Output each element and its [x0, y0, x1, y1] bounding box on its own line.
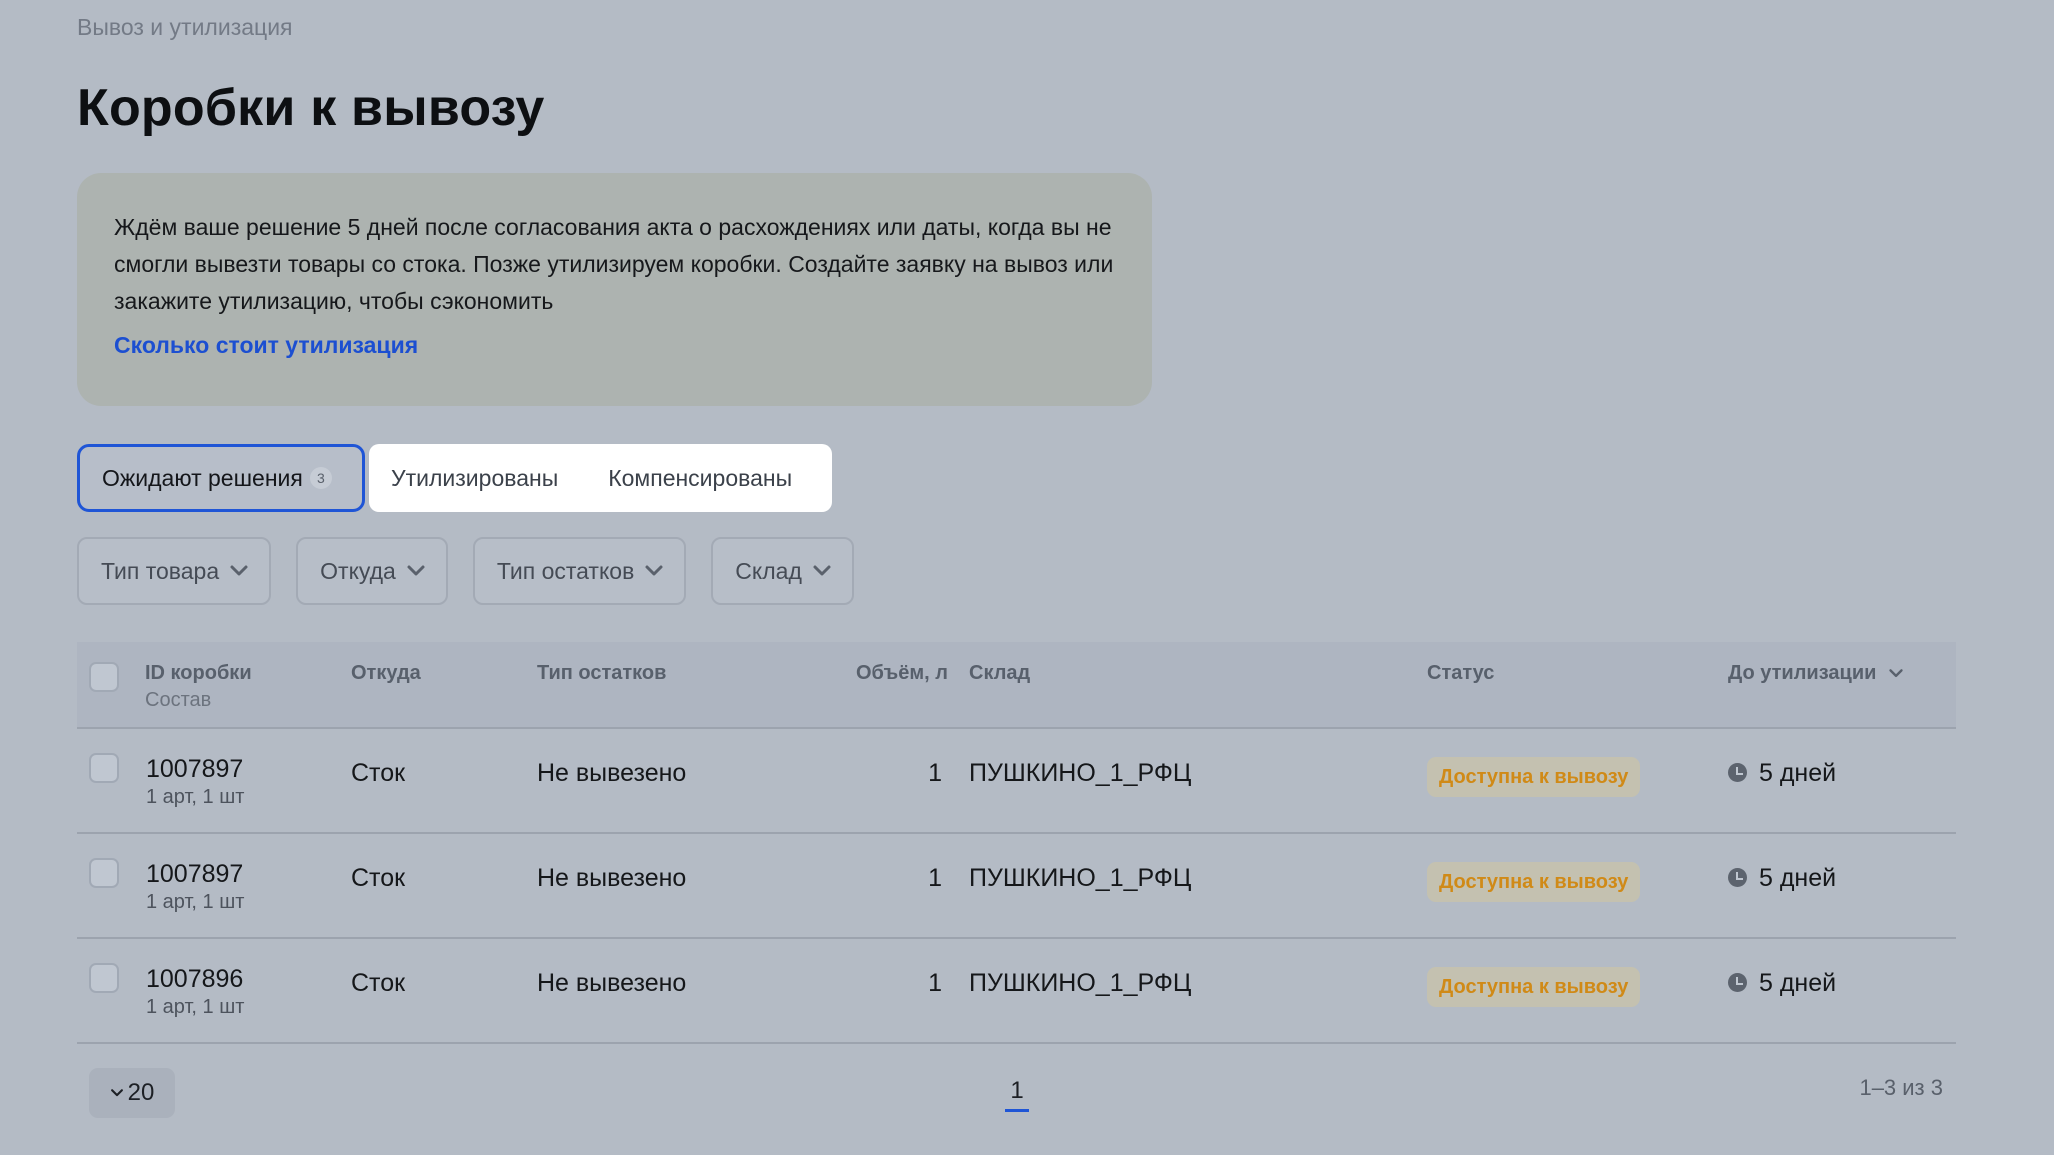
- tab-group: Утилизированы Компенсированы: [369, 444, 832, 512]
- chevron-down-icon: [813, 565, 831, 576]
- column-header-from[interactable]: Откуда: [351, 662, 421, 685]
- status-badge: Доступна к вывозу: [1427, 967, 1641, 1007]
- column-header-until-utilization[interactable]: До утилизации: [1728, 662, 1904, 685]
- chevron-down-icon: [407, 565, 425, 576]
- clock-icon: [1728, 763, 1747, 782]
- filter-product-type[interactable]: Тип товара: [77, 537, 272, 605]
- tab-awaiting-decision[interactable]: Ожидают решения 3: [77, 444, 365, 512]
- page-size-select[interactable]: 20: [89, 1068, 175, 1118]
- cell-until-utilization: 5 дней: [1728, 969, 1836, 998]
- column-header-volume[interactable]: Объём, л: [856, 662, 948, 685]
- tab-utilized[interactable]: Утилизированы: [391, 465, 558, 492]
- breadcrumb[interactable]: Вывоз и утилизация: [77, 14, 293, 41]
- box-id: 1007897: [146, 755, 244, 783]
- filter-from[interactable]: Откуда: [296, 537, 448, 605]
- filter-remains-type[interactable]: Тип остатков: [472, 537, 687, 605]
- cell-remains-type: Не вывезено: [537, 864, 687, 892]
- status-badge: Доступна к вывозу: [1427, 862, 1641, 902]
- table-row[interactable]: 1007897 1 арт, 1 шт Сток Не вывезено 1 П…: [77, 834, 1956, 939]
- column-header-id-label: ID коробки: [145, 662, 252, 684]
- filter-label: Откуда: [320, 557, 396, 584]
- column-header-until-label: До утилизации: [1728, 662, 1877, 684]
- boxes-table: ID коробки Состав Откуда Тип остатков Об…: [77, 642, 1956, 1044]
- cell-remains-type: Не вывезено: [537, 759, 687, 787]
- cell-box-id: 1007897 1 арт, 1 шт: [146, 755, 244, 809]
- cell-warehouse: ПУШКИНО_1_РФЦ: [969, 864, 1192, 892]
- clock-icon: [1728, 868, 1747, 887]
- status-badge: Доступна к вывозу: [1427, 757, 1641, 797]
- select-all-checkbox[interactable]: [89, 662, 119, 692]
- cell-remains-type: Не вывезено: [537, 969, 687, 997]
- cell-from: Сток: [351, 864, 406, 892]
- cell-until-utilization: 5 дней: [1728, 759, 1836, 788]
- days-left: 5 дней: [1759, 759, 1837, 787]
- tab-compensated[interactable]: Компенсированы: [608, 465, 792, 492]
- filter-label: Склад: [735, 557, 802, 584]
- table-header: ID коробки Состав Откуда Тип остатков Об…: [77, 642, 1956, 729]
- filter-label: Тип остатков: [496, 557, 635, 584]
- info-box: Ждём ваше решение 5 дней после согласова…: [77, 173, 1152, 406]
- info-text: Ждём ваше решение 5 дней после согласова…: [114, 214, 1114, 314]
- cell-warehouse: ПУШКИНО_1_РФЦ: [969, 759, 1192, 787]
- cell-box-id: 1007896 1 арт, 1 шт: [146, 965, 244, 1019]
- table-row[interactable]: 1007897 1 арт, 1 шт Сток Не вывезено 1 П…: [77, 729, 1956, 834]
- chevron-down-icon: [645, 565, 663, 576]
- cell-from: Сток: [351, 969, 406, 997]
- box-composition: 1 арт, 1 шт: [146, 996, 245, 1018]
- page-title: Коробки к вывозу: [77, 79, 545, 137]
- filter-label: Тип товара: [101, 557, 220, 584]
- pagination-range: 1–3 из 3: [1859, 1075, 1943, 1100]
- page-number-current[interactable]: 1: [1005, 1077, 1029, 1112]
- utilization-cost-link[interactable]: Сколько стоит утилизация: [114, 332, 418, 359]
- row-checkbox[interactable]: [89, 963, 119, 993]
- page: Вывоз и утилизация Коробки к вывозу Ждём…: [0, 0, 2054, 1155]
- row-checkbox[interactable]: [89, 858, 119, 888]
- box-id: 1007896: [146, 965, 244, 993]
- tab-count-badge: 3: [309, 467, 332, 489]
- chevron-down-icon: [1889, 669, 1903, 678]
- page-size-value: 20: [127, 1079, 155, 1106]
- chevron-down-icon: [110, 1089, 123, 1097]
- cell-until-utilization: 5 дней: [1728, 864, 1836, 893]
- days-left: 5 дней: [1759, 864, 1837, 892]
- cell-box-id: 1007897 1 арт, 1 шт: [146, 860, 244, 914]
- box-composition: 1 арт, 1 шт: [146, 891, 245, 913]
- column-header-remains-type[interactable]: Тип остатков: [537, 662, 666, 685]
- clock-icon: [1728, 973, 1747, 992]
- cell-warehouse: ПУШКИНО_1_РФЦ: [969, 969, 1192, 997]
- filters: Тип товара Откуда Тип остатков Склад: [77, 537, 879, 605]
- tab-label: Ожидают решения: [102, 464, 303, 491]
- cell-from: Сток: [351, 759, 406, 787]
- column-header-status[interactable]: Статус: [1427, 662, 1494, 685]
- days-left: 5 дней: [1759, 969, 1837, 997]
- column-header-warehouse[interactable]: Склад: [969, 662, 1030, 685]
- table-row[interactable]: 1007896 1 арт, 1 шт Сток Не вывезено 1 П…: [77, 939, 1956, 1044]
- box-id: 1007897: [146, 860, 244, 888]
- cell-volume: 1: [928, 759, 942, 787]
- chevron-down-icon: [230, 565, 248, 576]
- filter-warehouse[interactable]: Склад: [711, 537, 854, 605]
- cell-volume: 1: [928, 969, 942, 997]
- cell-volume: 1: [928, 864, 942, 892]
- column-header-composition: Состав: [145, 689, 212, 711]
- box-composition: 1 арт, 1 шт: [146, 786, 245, 808]
- row-checkbox[interactable]: [89, 753, 119, 783]
- column-header-id: ID коробки Состав: [145, 662, 252, 712]
